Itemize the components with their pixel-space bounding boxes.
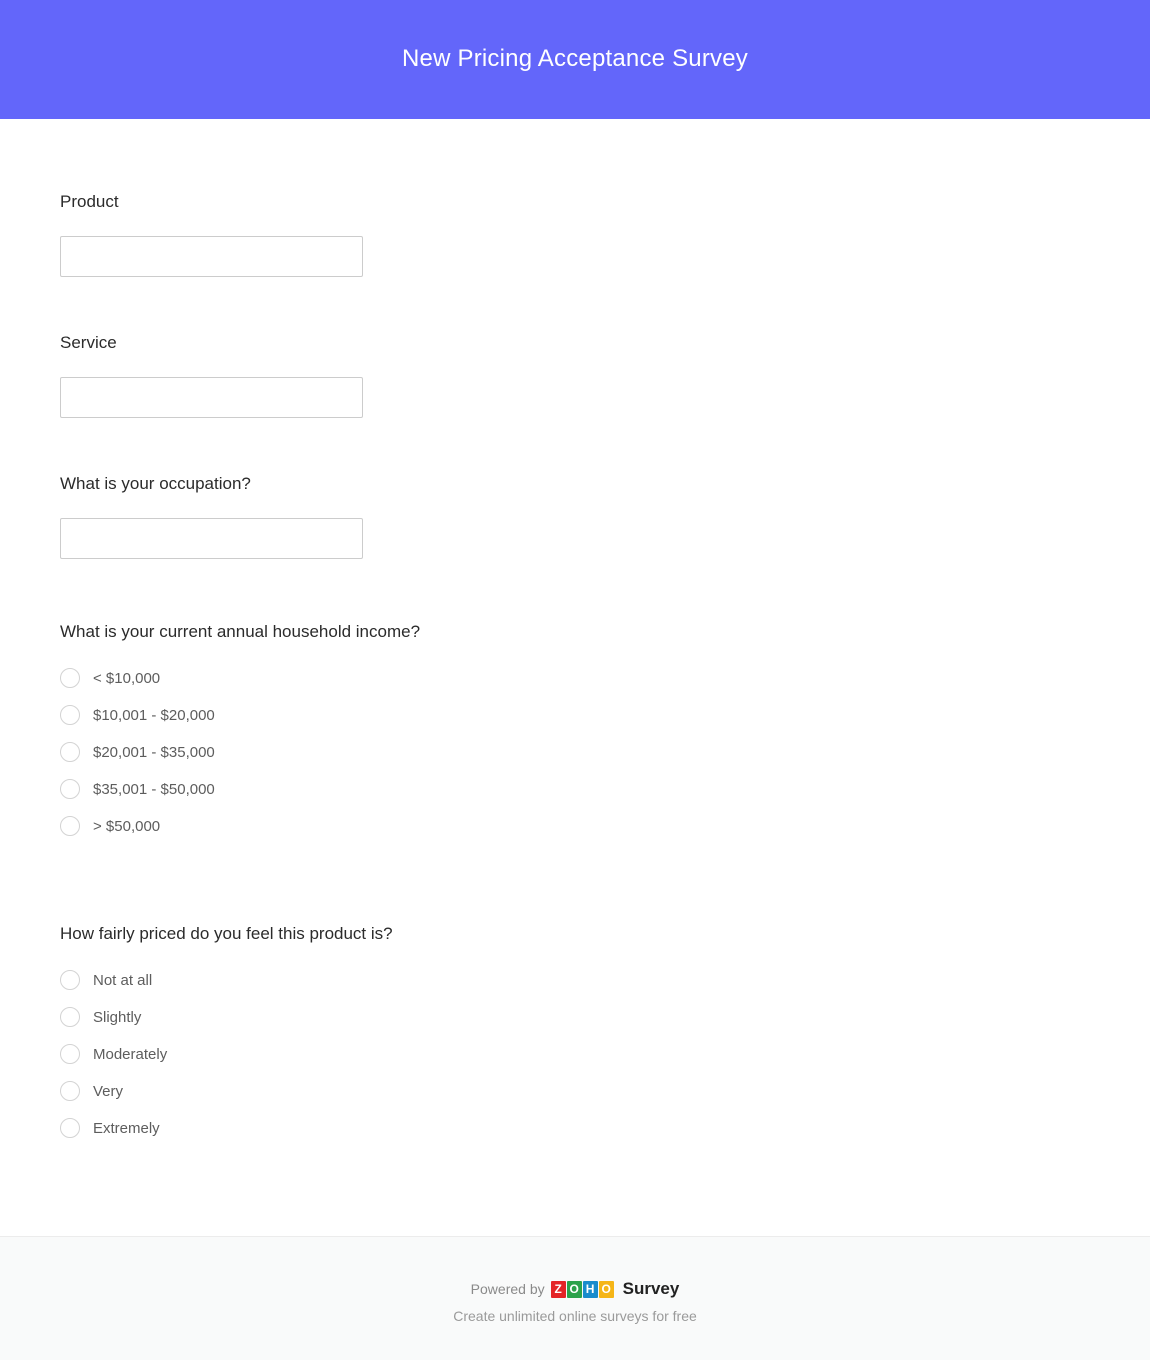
product-input[interactable] [60, 235, 363, 277]
options-price-fairness: Not at all Slightly Moderately Very Extr… [60, 962, 1090, 1147]
survey-footer: Powered by Z O H O Survey Create unlimit… [0, 1236, 1150, 1360]
radio-option[interactable]: Very [60, 1073, 1090, 1110]
survey-header: New Pricing Acceptance Survey [0, 0, 1150, 119]
question-label-price-fairness: How fairly priced do you feel this produ… [60, 923, 393, 943]
powered-by-label: Powered by [470, 1281, 545, 1297]
radio-icon[interactable] [60, 705, 80, 726]
question-label-service: Service [60, 332, 117, 352]
radio-option-label: Very [93, 1082, 124, 1100]
radio-option-label: > $50,000 [93, 817, 161, 835]
radio-icon[interactable] [60, 742, 80, 763]
options-household-income: < $10,000 $10,001 - $20,000 $20,001 - $3… [60, 660, 1090, 845]
question-service: Service [60, 332, 1090, 418]
zoho-tile-o1: O [566, 1280, 582, 1298]
zoho-tile-o2: O [598, 1280, 614, 1298]
radio-option-label: Extremely [93, 1119, 160, 1137]
radio-icon[interactable] [60, 1007, 80, 1028]
radio-option[interactable]: < $10,000 [60, 660, 1090, 697]
radio-option-label: $20,001 - $35,000 [93, 743, 215, 761]
brand-product-label: Survey [622, 1279, 680, 1298]
radio-option[interactable]: $10,001 - $20,000 [60, 697, 1090, 734]
radio-option[interactable]: Extremely [60, 1110, 1090, 1147]
radio-icon[interactable] [60, 970, 80, 991]
powered-by-row: Powered by Z O H O Survey [471, 1279, 680, 1299]
radio-icon[interactable] [60, 816, 80, 837]
radio-option[interactable]: Not at all [60, 962, 1090, 999]
radio-option[interactable]: $20,001 - $35,000 [60, 734, 1090, 771]
radio-option-label: Not at all [93, 971, 153, 989]
radio-option[interactable]: Slightly [60, 999, 1090, 1036]
radio-option-label: $35,001 - $50,000 [93, 780, 215, 798]
survey-body: Product Service What is your occupation?… [0, 119, 1150, 1236]
radio-option-label: $10,001 - $20,000 [93, 706, 215, 724]
radio-option[interactable]: $35,001 - $50,000 [60, 771, 1090, 808]
question-household-income: What is your current annual household in… [60, 621, 1090, 845]
service-input[interactable] [60, 376, 363, 418]
question-label-occupation: What is your occupation? [60, 473, 251, 493]
zoho-tile-z: Z [550, 1280, 566, 1298]
zoho-tile-h: H [582, 1280, 598, 1298]
page-title: New Pricing Acceptance Survey [402, 45, 748, 73]
radio-icon[interactable] [60, 668, 80, 689]
radio-icon[interactable] [60, 1044, 80, 1065]
radio-icon[interactable] [60, 1081, 80, 1102]
question-occupation: What is your occupation? [60, 473, 1090, 559]
radio-option[interactable]: Moderately [60, 1036, 1090, 1073]
survey-form: Product Service What is your occupation?… [0, 119, 1150, 1147]
radio-option-label: Slightly [93, 1008, 142, 1026]
question-label-household-income: What is your current annual household in… [60, 621, 421, 641]
survey-page: New Pricing Acceptance Survey Product Se… [0, 0, 1150, 1360]
radio-option-label: < $10,000 [93, 669, 161, 687]
footer-tagline: Create unlimited online surveys for free [453, 1308, 697, 1324]
zoho-logo-icon[interactable]: Z O H O [550, 1280, 614, 1298]
question-label-product: Product [60, 192, 119, 211]
radio-option-label: Moderately [93, 1045, 168, 1063]
radio-option[interactable]: > $50,000 [60, 808, 1090, 845]
occupation-input[interactable] [60, 517, 363, 559]
question-product: Product [60, 191, 1090, 277]
question-price-fairness: How fairly priced do you feel this produ… [60, 923, 1090, 1147]
radio-icon[interactable] [60, 779, 80, 800]
radio-icon[interactable] [60, 1118, 80, 1139]
